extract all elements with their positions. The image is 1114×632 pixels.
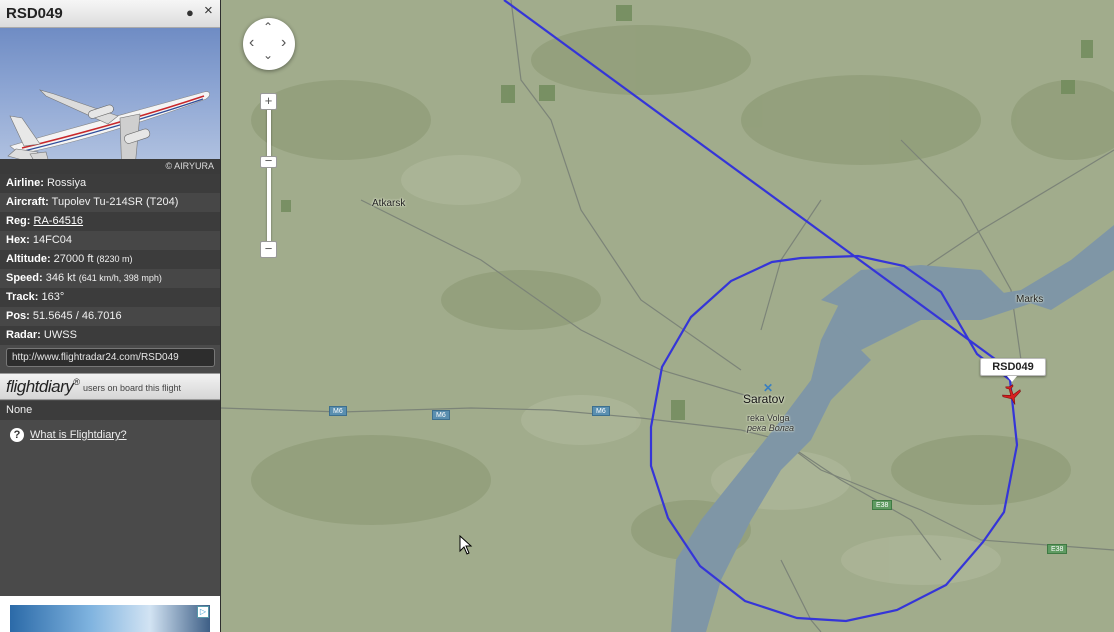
pan-control[interactable]: ⌃ ⌄ ‹ ›: [243, 18, 295, 70]
speed-row: Speed: 346 kt (641 km/h, 398 mph): [0, 269, 220, 288]
flight-details: Airline: Rossiya Aircraft: Tupolev Tu-21…: [0, 174, 220, 345]
track-value: 163°: [41, 291, 65, 303]
road-shield-e38: E38: [1047, 544, 1068, 554]
close-panel-icon[interactable]: ×: [204, 3, 213, 19]
volga-cyrillic-label: река Волга: [747, 423, 794, 433]
ad-choices-icon[interactable]: ▷: [197, 606, 209, 618]
altitude-value: 27000 ft: [53, 253, 94, 265]
photo-credit: © AIRYURA: [0, 159, 220, 174]
registration-link[interactable]: RA-64516: [34, 215, 84, 227]
speed-conversions: (641 km/h, 398 mph): [78, 273, 162, 283]
pan-down-icon[interactable]: ⌄: [263, 48, 273, 62]
radar-value: UWSS: [43, 329, 77, 341]
flightdiary-logo-mark: ®: [73, 377, 80, 387]
field-label: Altitude:: [6, 253, 51, 265]
field-label: Aircraft:: [6, 196, 49, 208]
track-row: Track: 163°: [0, 288, 220, 307]
flightdiary-header: flightdiary® users on board this flight: [0, 373, 220, 400]
panel-titlebar: RSD049 ● ×: [0, 0, 220, 28]
field-label: Pos:: [6, 310, 30, 322]
mouse-cursor-icon: [459, 535, 473, 555]
flightdiary-caption: users on board this flight: [83, 383, 182, 393]
position-row: Pos: 51.5645 / 46.7016: [0, 307, 220, 326]
pan-right-icon[interactable]: ›: [281, 34, 286, 52]
flight-callsign: RSD049: [6, 5, 63, 22]
help-icon: ?: [10, 428, 24, 442]
map-view[interactable]: Atkarsk Saratov reka Volga река Волга Ma…: [221, 0, 1114, 632]
altitude-metric: (8230 m): [96, 254, 133, 264]
flight-info-panel: RSD049 ● × © AIRYURA Airline: Rossiya Ai…: [0, 0, 221, 632]
ad-image[interactable]: [10, 605, 210, 632]
registration-row: Reg: RA-64516: [0, 212, 220, 231]
airplane-icon[interactable]: [1001, 384, 1023, 406]
field-label: Airline:: [6, 177, 44, 189]
road-shield-e38: E38: [872, 500, 893, 510]
altitude-row: Altitude: 27000 ft (8230 m): [0, 250, 220, 269]
flightdiary-logo-text: flightdiary: [6, 377, 74, 396]
marks-label: Marks: [1016, 294, 1044, 305]
road-shield-m6: M6: [329, 406, 347, 416]
atkarsk-label: Atkarsk: [372, 198, 406, 209]
field-label: Hex:: [6, 234, 30, 246]
road-shield-m6: M6: [592, 406, 610, 416]
field-label: Reg:: [6, 215, 31, 227]
what-is-flightdiary-link[interactable]: What is Flightdiary?: [30, 429, 127, 441]
map-canvas: [221, 0, 1114, 632]
pin-panel-icon[interactable]: ●: [186, 5, 194, 21]
flight-url-field[interactable]: http://www.flightradar24.com/RSD049: [6, 348, 215, 367]
airport-icon[interactable]: ✕: [763, 381, 773, 395]
radar-row: Radar: UWSS: [0, 326, 220, 345]
field-label: Track:: [6, 291, 39, 303]
field-label: Speed:: [6, 272, 43, 284]
position-value: 51.5645 / 46.7016: [32, 310, 122, 322]
airline-row: Airline: Rossiya: [0, 174, 220, 193]
speed-value: 346 kt: [45, 272, 76, 284]
road-shield-m6: M6: [432, 410, 450, 420]
aircraft-value: Tupolev Tu-214SR (T204): [51, 196, 179, 208]
zoom-level-handle[interactable]: −: [260, 154, 277, 168]
advertisement[interactable]: ▷: [0, 596, 220, 632]
zoom-in-button[interactable]: +: [260, 93, 277, 110]
volga-latin-label: reka Volga: [747, 413, 790, 423]
flightdiary-logo[interactable]: flightdiary®: [6, 377, 80, 397]
flight-marker-label[interactable]: RSD049: [980, 358, 1046, 382]
flightdiary-help: ? What is Flightdiary?: [10, 428, 127, 442]
pan-left-icon[interactable]: ‹: [249, 34, 254, 52]
airline-value: Rossiya: [46, 177, 87, 189]
aircraft-photo: [0, 28, 220, 174]
zoom-slider[interactable]: [267, 104, 271, 252]
field-label: Radar:: [6, 329, 41, 341]
hex-value: 14FC04: [32, 234, 73, 246]
zoom-out-button[interactable]: −: [260, 241, 277, 258]
pan-up-icon[interactable]: ⌃: [263, 20, 273, 34]
hex-row: Hex: 14FC04: [0, 231, 220, 250]
aircraft-row: Aircraft: Tupolev Tu-214SR (T204): [0, 193, 220, 212]
passenger-list: None: [0, 401, 220, 420]
